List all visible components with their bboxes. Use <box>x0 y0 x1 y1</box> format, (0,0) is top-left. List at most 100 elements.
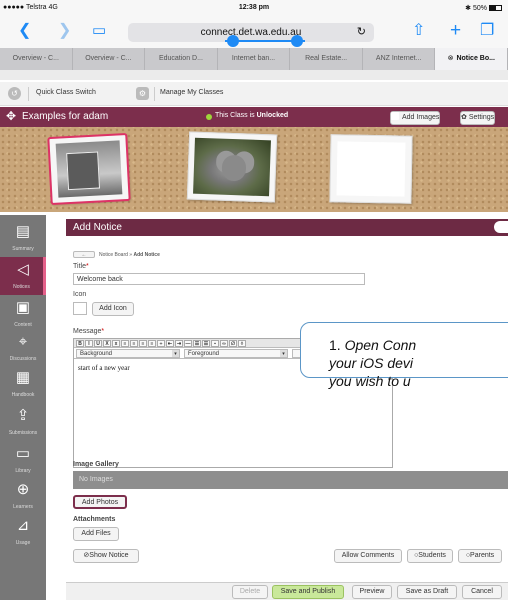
attachments-label: Attachments <box>73 516 116 523</box>
sidebar-item-content[interactable]: ▣ Content <box>0 295 46 333</box>
sidebar-item-submissions[interactable]: ⇪ Submissions <box>0 403 46 441</box>
foreground-select-label: Foreground <box>188 351 220 357</box>
message-text[interactable]: start of a new year <box>78 364 130 372</box>
callout-text: 1. Open Conn your iOS devi you wish to u <box>329 336 416 390</box>
parents-toggle[interactable]: ○Parents <box>458 549 502 563</box>
quick-switch-icon[interactable]: ↺ <box>8 87 21 100</box>
back-button[interactable]: ← <box>73 251 95 258</box>
italic-icon[interactable]: I <box>85 340 93 347</box>
show-notice-label: Show Notice <box>89 552 129 559</box>
sidebar-item-label: Handbook <box>11 392 35 398</box>
browser-tab-active[interactable]: ⊗ Notice Bo... <box>435 48 508 70</box>
divider <box>28 87 29 101</box>
browser-tab[interactable]: Internet ban... <box>218 48 291 70</box>
browser-tab[interactable]: Real Estate... <box>290 48 363 70</box>
underline-icon[interactable]: U <box>94 340 102 347</box>
add-photos-button[interactable]: Add Photos <box>73 495 127 509</box>
sidebar-item-label: Library <box>15 468 31 474</box>
touch-point-left <box>227 35 239 47</box>
horizontal-rule-icon[interactable]: — <box>184 340 192 347</box>
carrier-label: ●●●●● Telstra 4G <box>3 4 58 11</box>
add-icon-button[interactable]: Add Icon <box>92 302 134 316</box>
close-tab-icon[interactable]: ⊗ <box>448 55 454 62</box>
sidebar-item-notices[interactable]: ◁ Notices <box>0 257 46 295</box>
sidebar-item-library[interactable]: ▭ Library <box>0 441 46 479</box>
title-label: Title* <box>73 263 89 270</box>
panel-title: Add Notice <box>73 222 122 233</box>
image-insert-icon[interactable]: ▪ <box>211 340 219 347</box>
show-notice-toggle[interactable]: ⊘Show Notice <box>73 549 139 563</box>
banner-photo-classroom <box>47 132 131 206</box>
link-icon[interactable]: ∞ <box>220 340 228 347</box>
special-char-icon[interactable]: ÷ <box>157 340 165 347</box>
tabs-overview-icon[interactable]: ❐ <box>480 21 494 41</box>
align-left-icon[interactable]: ≡ <box>121 340 129 347</box>
justify-icon[interactable]: ≡ <box>148 340 156 347</box>
students-toggle[interactable]: ○Students <box>407 549 453 563</box>
sidebar-item-learners[interactable]: ⊕ Learners <box>0 477 46 515</box>
outdent-icon[interactable]: ⇤ <box>166 340 174 347</box>
unlock-status-value: Unlocked <box>256 112 289 119</box>
reload-icon[interactable]: ↻ <box>357 23 366 42</box>
cancel-button[interactable]: Cancel <box>462 585 502 599</box>
active-tab-label: Notice Bo... <box>456 55 495 62</box>
usage-icon: ⊿ <box>16 517 30 534</box>
bold-icon[interactable]: B <box>76 340 84 347</box>
indent-icon[interactable]: ⇥ <box>175 340 183 347</box>
bullet-list-icon[interactable]: ☰ <box>193 340 201 347</box>
add-files-button[interactable]: Add Files <box>73 527 119 541</box>
delete-button[interactable]: Delete <box>232 585 268 599</box>
callout-line-2: your iOS devi <box>329 355 414 371</box>
code-icon[interactable]: ◊ <box>238 340 246 347</box>
preview-button[interactable]: Preview <box>352 585 392 599</box>
unlink-icon[interactable]: ∅ <box>229 340 237 347</box>
title-input[interactable]: Welcome back <box>73 273 365 285</box>
class-toolbar: ↺ Quick Class Switch ⚙ Manage My Classes <box>0 82 508 106</box>
allow-comments-button[interactable]: Allow Comments <box>334 549 402 563</box>
icon-preview[interactable] <box>73 302 87 315</box>
learners-icon: ⊕ <box>16 481 30 498</box>
strikethrough-icon[interactable]: X <box>103 340 111 347</box>
class-logo-icon: ✥ <box>6 109 17 123</box>
browser-tab[interactable]: Education D... <box>145 48 218 70</box>
unlocked-status-icon <box>206 114 212 120</box>
sidebar-item-label: Content <box>14 322 32 328</box>
add-images-button[interactable]: Add Images <box>390 111 441 125</box>
parents-label: Parents <box>470 552 495 559</box>
background-select[interactable]: Background ▾ <box>76 349 180 358</box>
submissions-icon: ⇪ <box>16 407 30 424</box>
number-list-icon[interactable]: ☰ <box>202 340 210 347</box>
bookmarks-icon[interactable]: ▭ <box>92 21 106 41</box>
superscript-icon[interactable]: x <box>112 340 120 347</box>
new-tab-icon[interactable]: + <box>450 21 461 41</box>
battery-percent: 50% <box>472 5 487 12</box>
save-as-draft-button[interactable]: Save as Draft <box>397 585 457 599</box>
sidebar-item-handbook[interactable]: ▦ Handbook <box>0 365 46 403</box>
collapse-toggle[interactable] <box>494 221 508 233</box>
back-arrow-icon[interactable]: ❮ <box>18 21 31 41</box>
sidebar-item-usage[interactable]: ⊿ Usage <box>0 513 46 551</box>
share-icon[interactable]: ⇧ <box>412 21 425 41</box>
browser-tab[interactable]: Overview - C... <box>73 48 146 70</box>
sidebar-item-summary[interactable]: ▤ Summary <box>0 219 46 257</box>
forward-arrow-icon[interactable]: ❯ <box>58 21 71 41</box>
manage-classes-icon[interactable]: ⚙ <box>136 87 149 100</box>
sidebar-item-discussions[interactable]: ⌖ Discussions <box>0 329 46 367</box>
battery-icon <box>489 5 502 11</box>
library-icon: ▭ <box>15 445 31 462</box>
foreground-select[interactable]: Foreground ▾ <box>184 349 288 358</box>
save-and-publish-button[interactable]: Save and Publish <box>272 585 344 599</box>
settings-button[interactable]: ✿ Settings <box>460 111 496 125</box>
page-top-band <box>0 70 508 80</box>
browser-tab[interactable]: ANZ Internet... <box>363 48 436 70</box>
quick-class-switch-link[interactable]: Quick Class Switch <box>36 89 96 96</box>
align-right-icon[interactable]: ≡ <box>139 340 147 347</box>
divider <box>154 87 155 101</box>
browser-tab[interactable]: Overview - C... <box>0 48 73 70</box>
sidebar-item-label: Discussions <box>9 356 37 362</box>
banner-photo-blank <box>329 134 413 204</box>
browser-toolbar: ❮ ❯ ▭ connect.det.wa.edu.au ↻ ⇧ + ❐ <box>0 17 508 48</box>
breadcrumb-prefix[interactable]: Notice Board » <box>99 252 133 258</box>
align-center-icon[interactable]: ≡ <box>130 340 138 347</box>
manage-my-classes-link[interactable]: Manage My Classes <box>160 89 223 96</box>
